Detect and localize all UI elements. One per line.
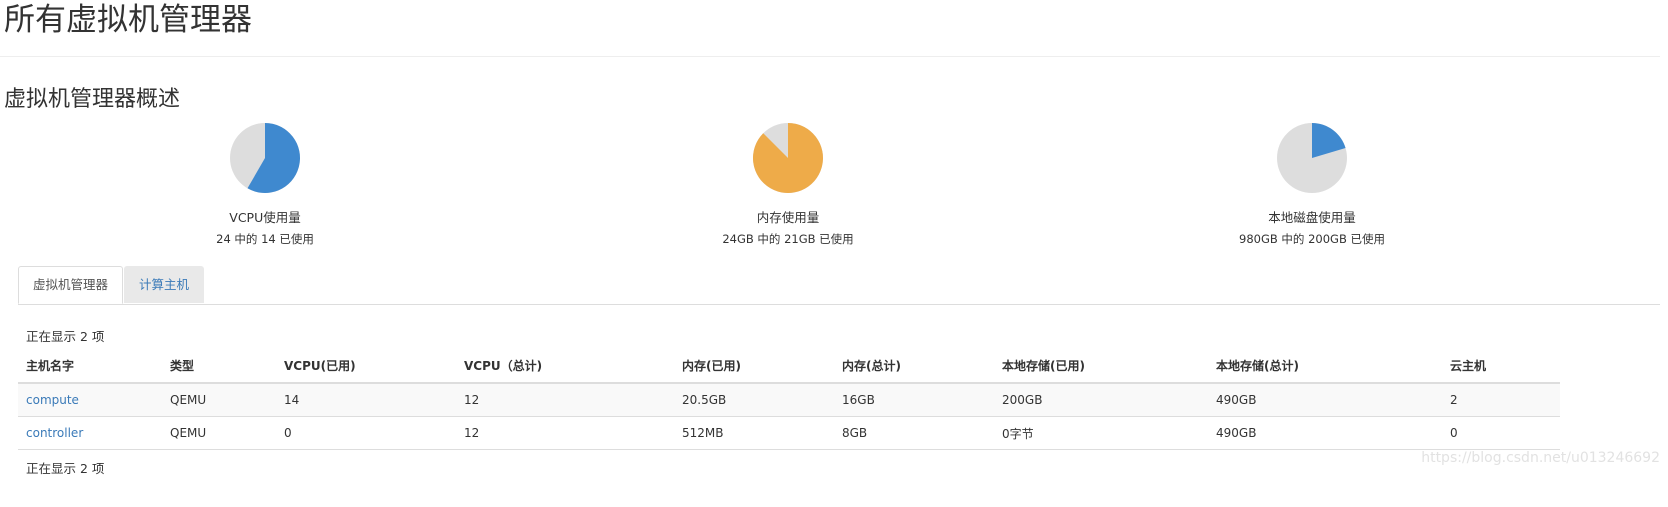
page-title: 所有虚拟机管理器	[4, 2, 252, 38]
type-cell: QEMU	[162, 416, 276, 450]
storage-total-cell: 490GB	[1208, 416, 1442, 450]
instances-cell: 2	[1442, 383, 1560, 417]
watermark: https://blog.csdn.net/u013246692	[1421, 450, 1660, 466]
vcpu-pie-chart	[230, 123, 301, 193]
instances-cell: 0	[1442, 416, 1560, 450]
table-row: compute QEMU 14 12 20.5GB 16GB 200GB 490…	[18, 383, 1560, 417]
vcpu-total-cell: 12	[456, 383, 674, 417]
memory-used-cell: 512MB	[674, 416, 834, 450]
vcpu-used-cell: 0	[276, 416, 456, 450]
quota-memory: 内存使用量 24GB 中的 21GB 已使用	[688, 122, 888, 246]
quota-label: 内存使用量	[756, 210, 820, 225]
column-header-hostname[interactable]: 主机名字	[18, 349, 162, 384]
page-header: 所有虚拟机管理器	[0, 0, 1660, 57]
column-header-vcpu-total[interactable]: VCPU（总计)	[456, 349, 674, 384]
item-count-bottom: 正在显示 2 项	[26, 461, 105, 476]
tab-bar: 虚拟机管理器 计算主机	[18, 266, 1660, 305]
column-header-memory-used[interactable]: 内存(已用)	[674, 349, 834, 384]
vcpu-used-cell: 14	[276, 383, 456, 417]
column-header-type[interactable]: 类型	[162, 349, 276, 384]
table-header-row: 主机名字 类型 VCPU(已用) VCPU（总计) 内存(已用) 内存(总计) …	[18, 349, 1560, 384]
column-header-memory-total[interactable]: 内存(总计)	[834, 349, 994, 384]
quota-summary: 24 中的 14 已使用	[216, 232, 314, 246]
memory-total-cell: 16GB	[834, 383, 994, 417]
type-cell: QEMU	[162, 383, 276, 417]
memory-pie-chart	[752, 123, 823, 193]
quota-summary: 980GB 中的 200GB 已使用	[1239, 232, 1385, 246]
memory-total-cell: 8GB	[834, 416, 994, 450]
quota-label: VCPU使用量	[229, 210, 301, 225]
quota-summary: 24GB 中的 21GB 已使用	[722, 232, 854, 246]
section-title: 虚拟机管理器概述	[4, 87, 181, 112]
hostname-link[interactable]: compute	[26, 393, 79, 407]
column-header-storage-total[interactable]: 本地存储(总计)	[1208, 349, 1442, 384]
tab-hypervisors[interactable]: 虚拟机管理器	[18, 266, 124, 304]
quota-disk: 本地磁盘使用量 980GB 中的 200GB 已使用	[1212, 122, 1412, 246]
storage-used-cell: 0字节	[994, 416, 1208, 450]
column-header-vcpu-used[interactable]: VCPU(已用)	[276, 349, 456, 384]
column-header-instances[interactable]: 云主机	[1442, 349, 1560, 384]
hypervisor-table: 主机名字 类型 VCPU(已用) VCPU（总计) 内存(已用) 内存(总计) …	[18, 349, 1560, 450]
table-row: controller QEMU 0 12 512MB 8GB 0字节 490GB…	[18, 416, 1560, 450]
hostname-cell: compute	[18, 383, 162, 417]
quota-label: 本地磁盘使用量	[1268, 210, 1356, 225]
hostname-cell: controller	[18, 416, 162, 450]
storage-used-cell: 200GB	[994, 383, 1208, 417]
column-header-storage-used[interactable]: 本地存储(已用)	[994, 349, 1208, 384]
quota-vcpu: VCPU使用量 24 中的 14 已使用	[165, 122, 365, 246]
item-count-top: 正在显示 2 项	[26, 329, 105, 344]
vcpu-total-cell: 12	[456, 416, 674, 450]
disk-pie-chart	[1277, 123, 1347, 193]
tab-compute-hosts[interactable]: 计算主机	[124, 266, 205, 303]
storage-total-cell: 490GB	[1208, 383, 1442, 417]
memory-used-cell: 20.5GB	[674, 383, 834, 417]
hostname-link[interactable]: controller	[26, 426, 83, 440]
